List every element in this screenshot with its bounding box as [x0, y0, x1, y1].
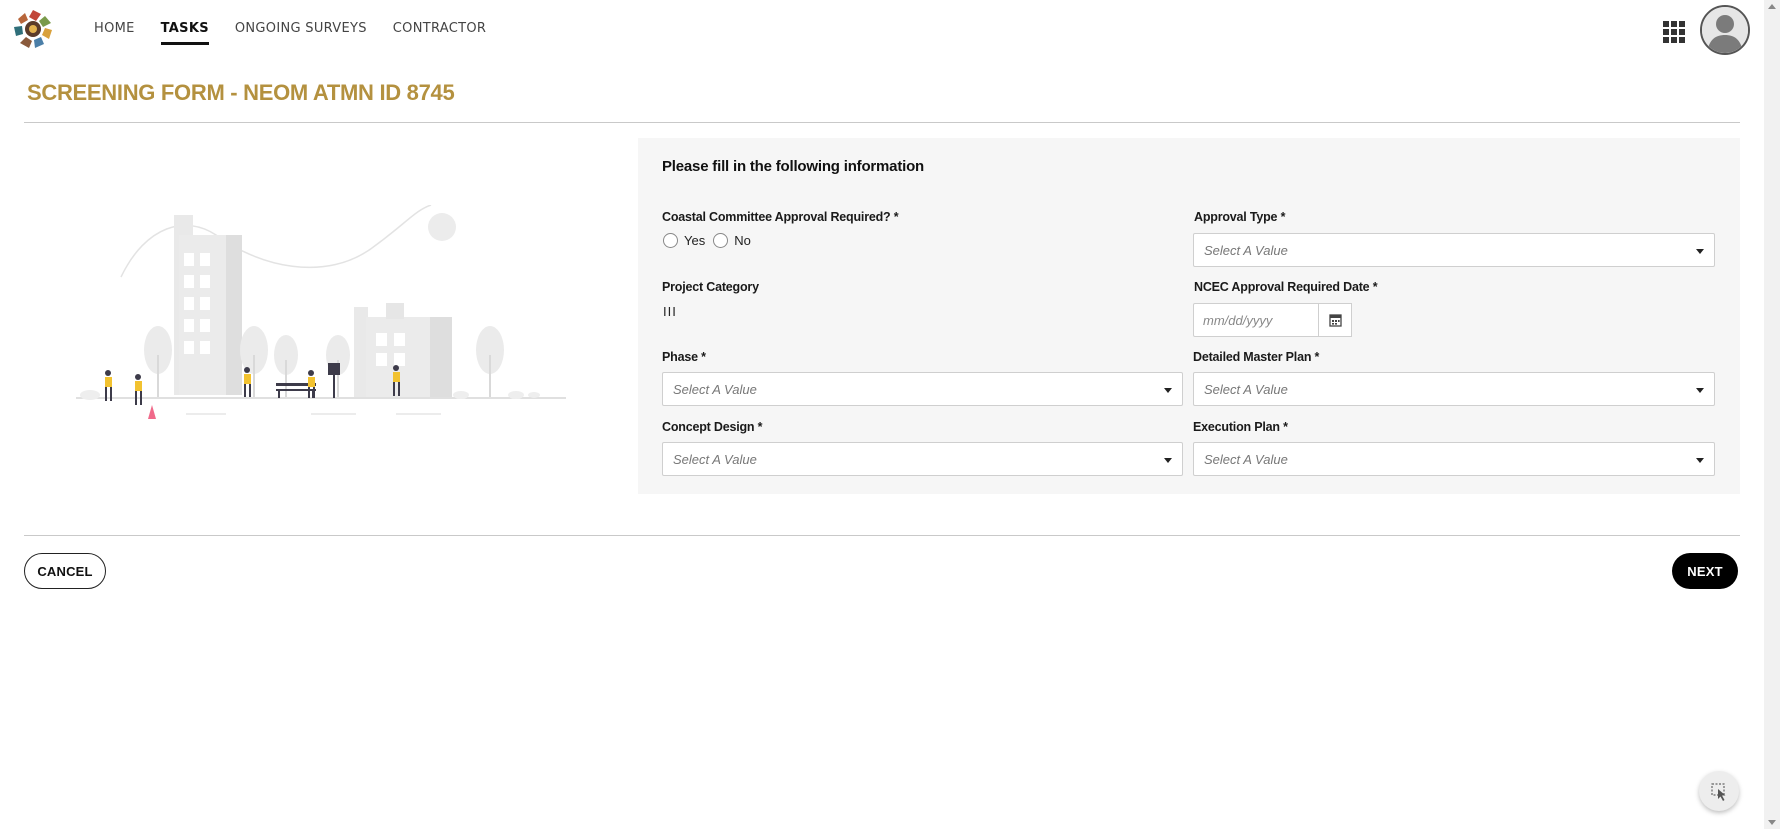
feedback-button[interactable]: [1699, 771, 1739, 811]
coastal-no-label[interactable]: No: [734, 233, 751, 248]
footer-divider: [24, 535, 1740, 536]
coastal-approval-radio-group: Yes No: [663, 233, 759, 248]
logo[interactable]: [12, 8, 54, 50]
execution-plan-placeholder: Select A Value: [1204, 452, 1288, 467]
approval-type-select[interactable]: Select A Value: [1193, 233, 1715, 267]
project-category-label: Project Category: [662, 280, 759, 294]
coastal-yes-label[interactable]: Yes: [684, 233, 705, 248]
city-illustration: [76, 205, 566, 419]
chevron-down-icon: [1696, 249, 1704, 254]
title-divider: [24, 122, 1740, 123]
main-nav: HOME TASKS ONGOING SURVEYS CONTRACTOR: [94, 0, 512, 46]
chevron-down-icon: [1164, 388, 1172, 393]
scroll-up-arrow-icon[interactable]: [1768, 4, 1776, 9]
ncec-date-input[interactable]: mm/dd/yyyy: [1193, 303, 1319, 337]
project-category-value: III: [663, 304, 677, 319]
ncec-date-label: NCEC Approval Required Date *: [1194, 280, 1378, 294]
ncec-date-placeholder: mm/dd/yyyy: [1203, 313, 1273, 328]
approval-type-placeholder: Select A Value: [1204, 243, 1288, 258]
form-heading: Please fill in the following information: [662, 158, 925, 175]
user-avatar-icon[interactable]: [1700, 5, 1750, 55]
concept-design-label: Concept Design *: [662, 420, 763, 434]
detailed-master-plan-placeholder: Select A Value: [1204, 382, 1288, 397]
calendar-icon: [1329, 314, 1342, 327]
phase-label: Phase *: [662, 350, 706, 364]
execution-plan-select[interactable]: Select A Value: [1193, 442, 1715, 476]
phase-placeholder: Select A Value: [673, 382, 757, 397]
coastal-yes-radio[interactable]: [663, 233, 678, 248]
calendar-button[interactable]: [1319, 303, 1352, 337]
screening-form-panel: Please fill in the following information…: [638, 138, 1740, 494]
page-title: SCREENING FORM - NEOM ATMN ID 8745: [27, 80, 455, 105]
scroll-down-arrow-icon[interactable]: [1768, 820, 1776, 825]
approval-type-label: Approval Type *: [1194, 210, 1286, 224]
phase-select[interactable]: Select A Value: [662, 372, 1183, 406]
detailed-master-plan-label: Detailed Master Plan *: [1193, 350, 1320, 364]
chevron-down-icon: [1696, 388, 1704, 393]
concept-design-select[interactable]: Select A Value: [662, 442, 1183, 476]
nav-item-home[interactable]: HOME: [94, 0, 135, 46]
nav-item-contractor[interactable]: CONTRACTOR: [393, 0, 486, 46]
next-button[interactable]: NEXT: [1672, 553, 1738, 589]
cursor-select-icon: [1711, 783, 1726, 801]
apps-grid-icon[interactable]: [1663, 21, 1685, 43]
vertical-scrollbar[interactable]: [1764, 0, 1780, 829]
cancel-button[interactable]: CANCEL: [24, 553, 106, 589]
coastal-no-radio[interactable]: [713, 233, 729, 248]
chevron-down-icon: [1164, 458, 1172, 463]
coastal-approval-label: Coastal Committee Approval Required? *: [662, 210, 899, 224]
nav-item-ongoing-surveys[interactable]: ONGOING SURVEYS: [235, 0, 367, 46]
chevron-down-icon: [1696, 458, 1704, 463]
detailed-master-plan-select[interactable]: Select A Value: [1193, 372, 1715, 406]
concept-design-placeholder: Select A Value: [673, 452, 757, 467]
top-navigation-bar: HOME TASKS ONGOING SURVEYS CONTRACTOR: [0, 0, 1760, 60]
execution-plan-label: Execution Plan *: [1193, 420, 1288, 434]
nav-item-tasks[interactable]: TASKS: [160, 0, 210, 46]
